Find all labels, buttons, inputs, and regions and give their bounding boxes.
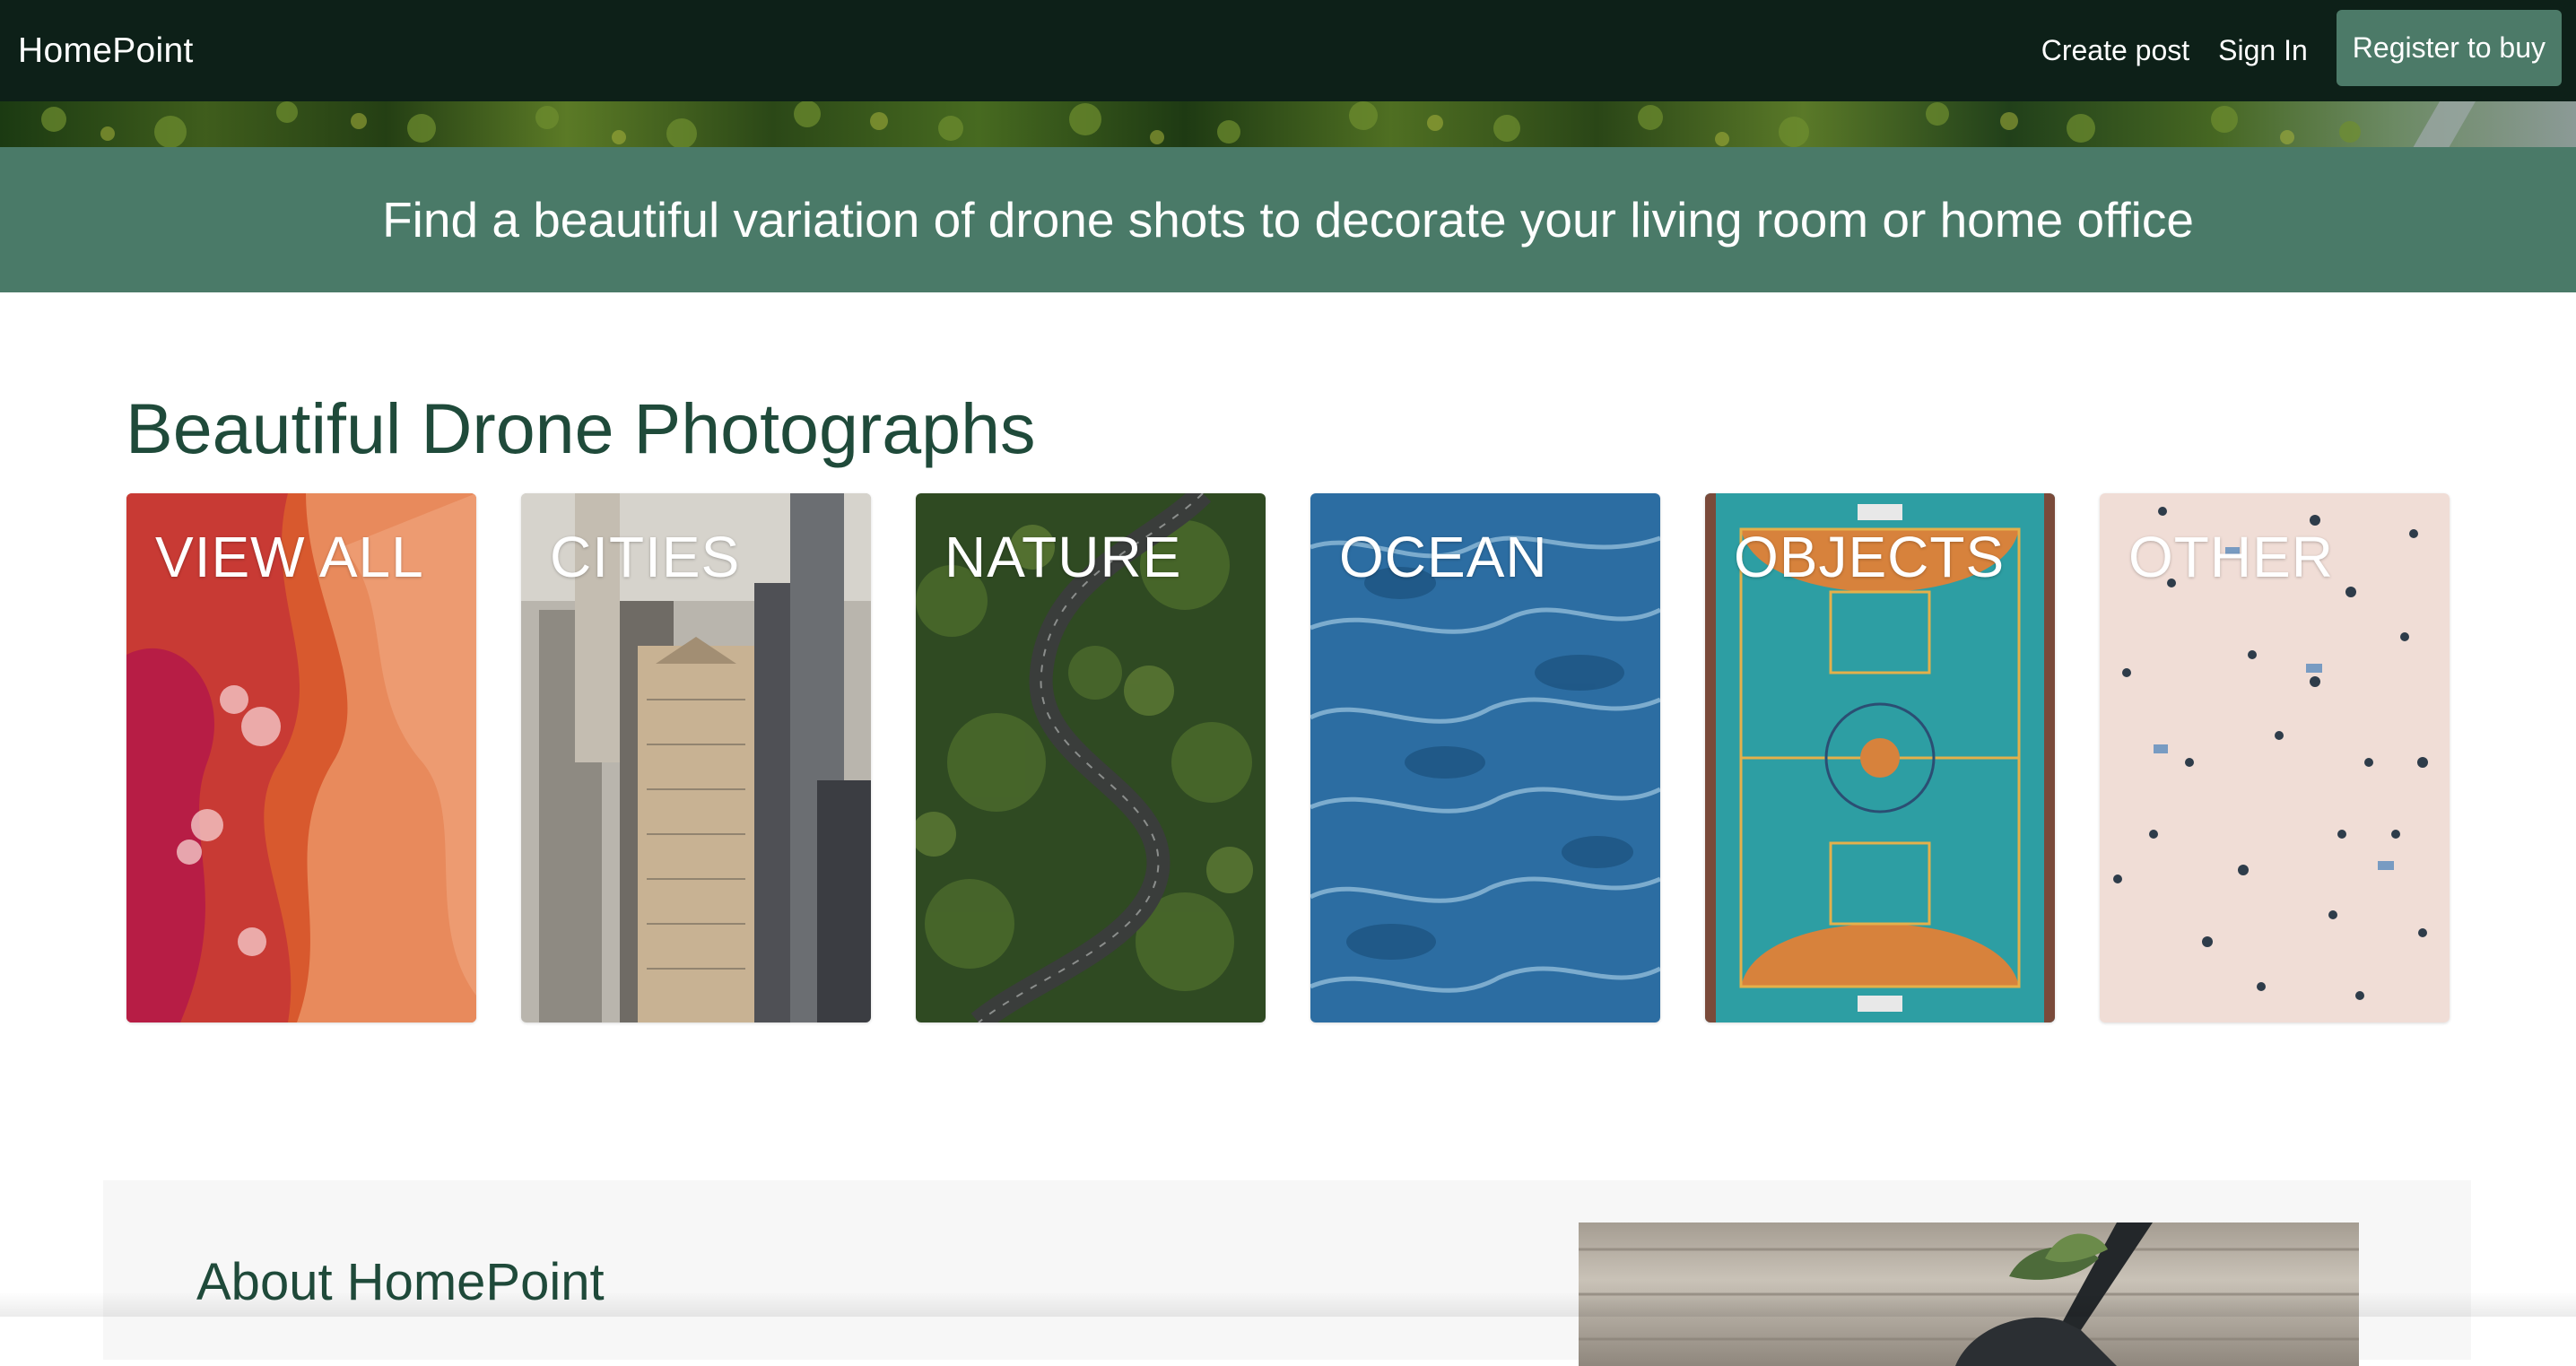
bottom-shadow: [0, 1292, 2576, 1317]
card-label: OBJECTS: [1734, 525, 2006, 589]
top-navbar: HomePoint Create post Sign In Register t…: [0, 0, 2576, 101]
card-label: OTHER: [2128, 525, 2334, 589]
hero-image-strip: [0, 101, 2576, 148]
register-button[interactable]: Register to buy: [2336, 10, 2562, 86]
create-post-link[interactable]: Create post: [2041, 34, 2189, 67]
card-label: VIEW ALL: [155, 525, 424, 589]
category-card-objects[interactable]: OBJECTS: [1705, 493, 2055, 1022]
card-label: OCEAN: [1339, 525, 1548, 589]
forest-canopy-image: [41, 101, 2476, 148]
card-label: CITIES: [550, 525, 741, 589]
sign-in-link[interactable]: Sign In: [2218, 34, 2308, 67]
category-card-view-all[interactable]: VIEW ALL: [126, 493, 476, 1022]
gallery-title: Beautiful Drone Photographs: [126, 388, 1036, 468]
nav-links: Create post Sign In Register to buy: [2041, 0, 2562, 101]
tagline-banner: Find a beautiful variation of drone shot…: [0, 147, 2576, 292]
brand-logo[interactable]: HomePoint: [18, 0, 194, 101]
tagline-text: Find a beautiful variation of drone shot…: [382, 192, 2194, 248]
category-card-nature[interactable]: NATURE: [916, 493, 1266, 1022]
about-section: About HomePoint: [103, 1180, 2471, 1366]
category-card-other[interactable]: OTHER: [2100, 493, 2450, 1022]
category-card-ocean[interactable]: OCEAN: [1310, 493, 1660, 1022]
category-card-cities[interactable]: CITIES: [521, 493, 871, 1022]
card-label: NATURE: [944, 525, 1182, 589]
